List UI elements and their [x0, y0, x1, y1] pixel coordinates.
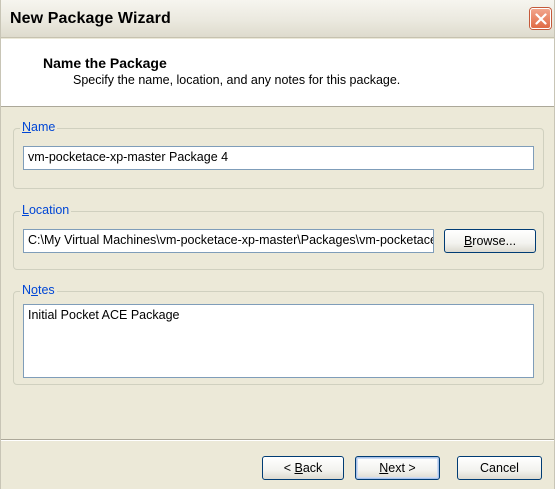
- notes-label: Notes: [20, 283, 57, 297]
- location-group: Location C:\My Virtual Machines\vm-pocke…: [13, 203, 544, 270]
- cancel-button[interactable]: Cancel: [457, 456, 542, 480]
- header-title: Name the Package: [43, 55, 167, 71]
- wizard-window: New Package Wizard Name the Package Spec…: [0, 0, 555, 489]
- header-subtitle: Specify the name, location, and any note…: [73, 73, 401, 87]
- back-button[interactable]: < Back: [262, 456, 344, 480]
- title-bar[interactable]: New Package Wizard: [1, 0, 554, 38]
- name-label: Name: [20, 120, 58, 134]
- footer-divider: [1, 439, 554, 441]
- wizard-header: Name the Package Specify the name, locat…: [1, 39, 554, 107]
- name-group: Name vm-pocketace-xp-master Package 4: [13, 120, 544, 189]
- close-icon: [535, 13, 547, 25]
- location-label: Location: [20, 203, 72, 217]
- name-input[interactable]: vm-pocketace-xp-master Package 4: [23, 146, 534, 170]
- window-title: New Package Wizard: [10, 10, 171, 27]
- close-button[interactable]: [530, 8, 551, 29]
- notes-textarea[interactable]: Initial Pocket ACE Package: [23, 304, 534, 378]
- location-input[interactable]: C:\My Virtual Machines\vm-pocketace-xp-m…: [23, 229, 434, 253]
- next-button[interactable]: Next >: [355, 456, 440, 480]
- browse-button[interactable]: Browse...: [444, 229, 536, 253]
- notes-group: Notes Initial Pocket ACE Package: [13, 283, 544, 385]
